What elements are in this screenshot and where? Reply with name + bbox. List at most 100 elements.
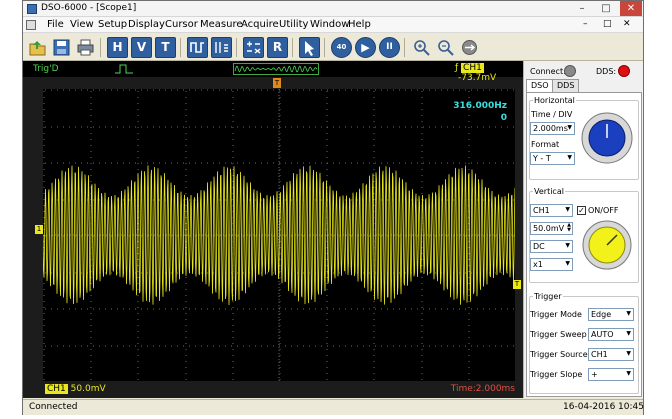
grid-dot xyxy=(285,89,286,91)
probe-select[interactable]: x1 ▼ xyxy=(530,258,573,271)
coupling-value: DC xyxy=(533,242,545,251)
onoff-checkbox[interactable]: ✓ xyxy=(577,206,586,215)
menu-file[interactable]: File xyxy=(47,19,64,30)
trigger-slope-select[interactable]: + ▼ xyxy=(588,368,634,381)
trigger-position-marker[interactable]: T xyxy=(273,78,281,88)
grid-dot xyxy=(315,126,316,128)
grid-dot xyxy=(105,272,106,274)
zoom-in-icon[interactable] xyxy=(411,37,432,58)
probe-value: x1 xyxy=(533,260,543,269)
tab-dds[interactable]: DDS xyxy=(552,79,580,92)
menu-display[interactable]: Display xyxy=(128,19,165,30)
minimize-button[interactable]: – xyxy=(571,1,593,16)
reference-button[interactable]: R xyxy=(267,37,288,58)
grid-dot xyxy=(137,283,139,284)
menu-cursor[interactable]: Cursor xyxy=(165,19,198,30)
grid-dot xyxy=(261,89,262,91)
mdi-minimize-button[interactable]: – xyxy=(583,19,588,29)
grid-dot xyxy=(111,308,112,310)
refresh-icon[interactable] xyxy=(459,37,480,58)
grid-dot xyxy=(45,126,46,128)
save-icon[interactable] xyxy=(51,37,72,58)
grid-dot xyxy=(171,345,172,347)
grid-dot xyxy=(185,91,187,92)
spinner-arrows-icon[interactable]: ▲ ▼ xyxy=(567,223,571,233)
time-div-knob-icon[interactable] xyxy=(580,111,634,165)
grid-dot xyxy=(137,247,139,248)
chevron-down-icon: ▼ xyxy=(565,242,570,249)
chevron-down-icon: ▼ xyxy=(626,350,631,357)
grid-dot xyxy=(137,103,139,104)
close-button[interactable]: ✕ xyxy=(620,1,642,16)
trigger-source-select[interactable]: CH1 ▼ xyxy=(588,348,634,361)
grid-dot xyxy=(373,163,375,164)
grid-dot xyxy=(421,127,423,128)
grid-dot xyxy=(339,308,340,310)
grid-dot xyxy=(501,345,502,347)
single-button[interactable]: 40 OU xyxy=(331,37,352,70)
pulse-trigger-icon[interactable] xyxy=(187,37,208,58)
vertical-button[interactable]: V xyxy=(131,37,152,58)
grid-dot xyxy=(429,162,430,164)
grid-dot xyxy=(232,319,234,320)
grid-dot xyxy=(43,325,45,326)
menu-measure[interactable]: Measure xyxy=(200,19,243,30)
edge-icon: ƒ xyxy=(455,63,459,73)
menu-view[interactable]: View xyxy=(70,19,94,30)
trigger-button[interactable]: T xyxy=(155,37,176,58)
pause-button[interactable]: II xyxy=(379,37,400,58)
grid-dot xyxy=(51,345,52,347)
run-button[interactable]: ▶ xyxy=(355,37,376,58)
grid-dot xyxy=(375,345,376,347)
toolbar-separator xyxy=(292,38,293,57)
title-bar: DSO-6000 - [Scope1] – □ ✕ xyxy=(23,1,643,17)
zoom-out-icon[interactable] xyxy=(435,37,456,58)
grid-dot xyxy=(373,343,375,344)
grid-dot xyxy=(129,89,130,91)
measure-icon[interactable] xyxy=(211,37,232,58)
menu-help[interactable]: Help xyxy=(348,19,371,30)
grid-dot xyxy=(87,126,88,128)
volts-spinner[interactable]: 50.0mV ▲ ▼ xyxy=(530,222,573,235)
volts-div-knob-icon[interactable] xyxy=(581,219,633,271)
maximize-button[interactable]: □ xyxy=(595,1,617,16)
grid-dot xyxy=(177,89,178,91)
coupling-select[interactable]: DC ▼ xyxy=(530,240,573,253)
grid-dot xyxy=(135,308,136,310)
mdi-restore-button[interactable]: □ xyxy=(603,19,612,29)
grid-dot xyxy=(137,241,139,242)
grid-dot xyxy=(261,126,262,128)
grid-dot xyxy=(393,308,394,310)
grid-dot xyxy=(185,355,187,356)
grid-dot xyxy=(90,331,92,332)
trigger-level-marker[interactable]: T xyxy=(513,280,521,289)
trigger-sweep-select[interactable]: AUTO ▼ xyxy=(588,328,634,341)
time-div-select[interactable]: 2.000ms ▼ xyxy=(530,122,575,135)
ch1-level-marker[interactable]: 1 xyxy=(35,225,43,234)
mdi-close-button[interactable]: ✕ xyxy=(623,19,631,29)
menu-utility[interactable]: Utility xyxy=(279,19,308,30)
horizontal-button[interactable]: H xyxy=(107,37,128,58)
channel-select[interactable]: CH1 ▼ xyxy=(530,204,573,217)
grid-dot xyxy=(232,139,234,140)
open-icon[interactable] xyxy=(27,37,48,58)
math-icon[interactable] xyxy=(243,37,264,58)
grid-dot xyxy=(421,349,423,350)
grid-dot xyxy=(373,325,375,326)
grid-dot xyxy=(117,272,118,274)
print-icon[interactable] xyxy=(75,37,96,58)
document-icon[interactable] xyxy=(26,20,36,30)
trigger-mode-select[interactable]: Edge ▼ xyxy=(588,308,634,321)
format-label: Format xyxy=(531,140,560,149)
menu-setup[interactable]: Setup xyxy=(98,19,127,30)
tab-dso[interactable]: DSO xyxy=(526,79,554,92)
grid-dot xyxy=(326,319,328,320)
grid-dot xyxy=(90,367,92,368)
cursor-icon[interactable] xyxy=(299,37,320,58)
menu-acquire[interactable]: Acquire xyxy=(241,19,279,30)
menu-window[interactable]: Window xyxy=(310,19,349,30)
format-select[interactable]: Y - T ▼ xyxy=(530,152,575,165)
grid-dot xyxy=(189,89,190,91)
grid-dot xyxy=(393,126,394,128)
grid-dot xyxy=(309,126,310,128)
